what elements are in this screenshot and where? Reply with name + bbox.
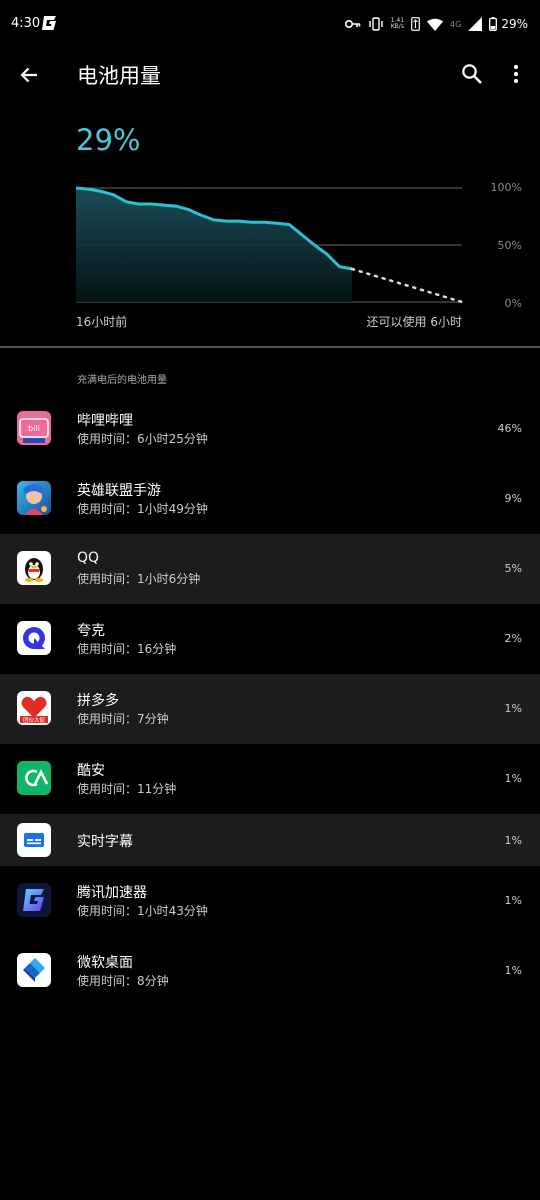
qq-icon (17, 551, 51, 585)
app-usage-time: 使用时间：11分钟 (77, 782, 177, 796)
app-name: 夸克 (77, 623, 105, 639)
vibrate-icon (368, 17, 383, 31)
app-percent: 46% (497, 422, 522, 435)
app-usage-time: 使用时间：1小时43分钟 (77, 904, 208, 918)
app-name: 拼多多 (77, 693, 119, 709)
section-divider (0, 346, 540, 348)
back-button[interactable] (14, 60, 44, 90)
net-speed: 1.41 KB/s (391, 18, 404, 30)
app-row-quark[interactable]: 夸克 使用时间：16分钟 2% (0, 604, 540, 674)
svg-text:bili: bili (28, 424, 40, 433)
search-button[interactable] (458, 60, 486, 88)
search-icon (462, 64, 482, 84)
app-percent: 1% (504, 772, 522, 785)
app-usage-time: 使用时间：6小时25分钟 (77, 432, 208, 446)
status-bar: 4:30 1.41 KB/s 4G 29% (0, 0, 540, 50)
section-header: 充满电后的电池用量 (77, 375, 167, 386)
quark-icon (17, 621, 51, 655)
app-row-pinduoduo[interactable]: 团伙大促 拼多多 使用时间：7分钟 1% (0, 674, 540, 744)
chart-y-tick-100: 100% (490, 181, 522, 194)
tencent-accelerator-icon (17, 883, 51, 917)
coolapk-icon (17, 761, 51, 795)
app-name: 酷安 (77, 763, 105, 779)
key-icon (344, 20, 360, 28)
chart-y-tick-50: 50% (497, 239, 522, 252)
data-activity-icon (411, 17, 420, 31)
league-of-legends-icon (17, 481, 51, 515)
app-row-microsoft-launcher[interactable]: 微软桌面 使用时间：8分钟 1% (0, 936, 540, 1006)
battery-icon (489, 17, 498, 31)
back-arrow-icon (20, 67, 37, 83)
app-bar: 电池用量 (0, 50, 540, 100)
app-name: 微软桌面 (77, 955, 133, 971)
status-icons: 1.41 KB/s 4G 29% (344, 14, 528, 34)
app-name: QQ (77, 550, 100, 566)
pinduoduo-icon: 团伙大促 (17, 691, 51, 725)
chart-x-end-label: 还可以使用 6小时 (366, 315, 462, 329)
page-title: 电池用量 (77, 64, 161, 88)
pinduoduo-icon-text: 团伙大促 (23, 716, 46, 724)
app-name: 哔哩哔哩 (77, 413, 133, 429)
chart-area-fill (76, 188, 352, 302)
chart-projection-line (350, 267, 464, 304)
app-row-coolapk[interactable]: 酷安 使用时间：11分钟 1% (0, 744, 540, 814)
app-percent: 1% (504, 834, 522, 847)
app-row-league-of-legends[interactable]: 英雄联盟手游 使用时间：1小时49分钟 9% (0, 464, 540, 534)
app-usage-time: 使用时间：16分钟 (77, 642, 177, 656)
battery-level: 29% (76, 123, 141, 157)
app-percent: 5% (504, 562, 522, 575)
bilibili-icon: bili (17, 411, 51, 445)
more-vert-icon (513, 64, 519, 84)
chart-y-tick-0: 0% (504, 297, 522, 310)
app-percent: 1% (504, 894, 522, 907)
live-caption-icon (17, 823, 51, 857)
network-type: 4G (450, 19, 462, 29)
microsoft-launcher-icon (17, 953, 51, 987)
chart-x-start-label: 16小时前 (76, 315, 128, 329)
app-usage-time: 使用时间：8分钟 (77, 974, 169, 988)
net-speed-unit: KB/s (390, 23, 404, 30)
app-percent: 1% (504, 964, 522, 977)
app-name: 腾讯加速器 (77, 885, 147, 901)
app-percent: 1% (504, 702, 522, 715)
app-usage-list: bili 哔哩哔哩 使用时间：6小时25分钟 46% 英雄联盟手游 使用时间：1… (0, 394, 540, 1006)
wifi-icon (427, 18, 444, 31)
game-mode-icon (42, 16, 56, 30)
app-usage-time: 使用时间：1小时6分钟 (77, 572, 201, 586)
app-row-tencent-accelerator[interactable]: 腾讯加速器 使用时间：1小时43分钟 1% (0, 866, 540, 936)
app-row-qq[interactable]: QQ 使用时间：1小时6分钟 5% (0, 534, 540, 604)
more-options-button[interactable] (503, 60, 529, 88)
app-percent: 9% (504, 492, 522, 505)
app-row-live-caption[interactable]: 实时字幕 1% (0, 814, 540, 866)
status-time: 4:30 (11, 16, 41, 31)
status-battery-text: 29% (501, 17, 528, 31)
app-percent: 2% (504, 632, 522, 645)
app-usage-time: 使用时间：7分钟 (77, 712, 169, 726)
app-name: 英雄联盟手游 (77, 483, 161, 499)
app-usage-time: 使用时间：1小时49分钟 (77, 502, 208, 516)
app-name: 实时字幕 (77, 834, 133, 850)
battery-chart: 16小时前 还可以使用 6小时 100% 50% 0% (0, 170, 540, 340)
app-row-bilibili[interactable]: bili 哔哩哔哩 使用时间：6小时25分钟 46% (0, 394, 540, 464)
signal-icon (468, 17, 483, 31)
